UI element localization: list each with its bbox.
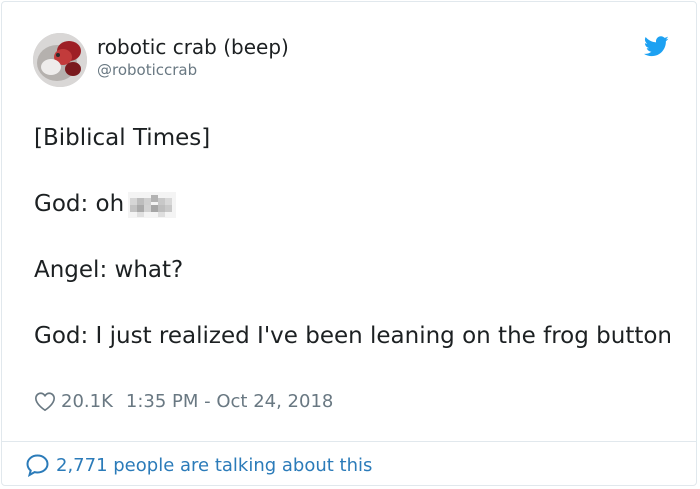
- tweet-card: robotic crab (beep) @roboticcrab [Biblic…: [1, 1, 697, 486]
- tweet-line-text: God: oh: [34, 191, 125, 217]
- crab-avatar-icon: [33, 33, 87, 87]
- author-avatar[interactable]: [33, 33, 87, 87]
- tweet-line: God: I just realized I've been leaning o…: [34, 323, 673, 349]
- conversation-text[interactable]: 2,771 people are talking about this: [56, 455, 372, 476]
- censor-blur-icon: [128, 192, 177, 218]
- like-count[interactable]: 20.1K: [61, 391, 113, 412]
- speech-bubble-icon: [26, 454, 49, 477]
- tweet-text: [Biblical Times] God: oh Angel: what? Go…: [34, 122, 674, 353]
- tweet-timestamp[interactable]: 1:35 PM - Oct 24, 2018: [126, 391, 333, 412]
- author-handle[interactable]: @roboticcrab: [97, 61, 197, 79]
- conversation-link[interactable]: 2,771 people are talking about this: [25, 453, 372, 477]
- footer-divider: [2, 441, 696, 442]
- heart-icon[interactable]: [34, 391, 56, 412]
- tweet-line: Angel: what?: [34, 257, 184, 283]
- tweet-line: God: oh: [34, 188, 674, 221]
- twitter-bird-icon[interactable]: [644, 36, 669, 57]
- author-display-name[interactable]: robotic crab (beep): [97, 35, 289, 59]
- tweet-meta: 20.1K 1:35 PM - Oct 24, 2018: [34, 391, 333, 412]
- tweet-line: [Biblical Times]: [34, 125, 211, 151]
